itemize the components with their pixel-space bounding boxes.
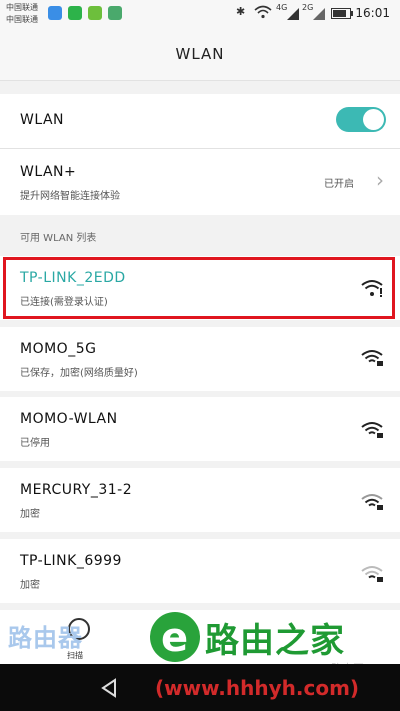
carrier-label-1: 中国联通 (6, 3, 38, 12)
wifi-lock-icon (361, 350, 383, 366)
bluetooth-icon: ✱ (236, 5, 246, 18)
network-status: 加密 (20, 580, 40, 591)
wifi-lock-icon (361, 566, 383, 582)
network-item-tp-link-6999[interactable]: TP-LINK_6999 加密 (0, 539, 400, 603)
watermark-logo-letter: e (161, 615, 189, 661)
selected-network-highlight (3, 257, 395, 319)
page-title: WLAN (0, 28, 400, 80)
status-bar: 中国联通 中国联通 ✱ 4G 2G 16:01 (0, 0, 400, 28)
wlan-plus-status: 已开启 (324, 179, 354, 190)
network-name: TP-LINK_6999 (20, 553, 122, 569)
app-icon (88, 6, 102, 20)
back-icon[interactable] (100, 678, 118, 698)
carrier-label-2: 中国联通 (6, 15, 38, 24)
network-name: MOMO_5G (20, 341, 97, 357)
network-item-momo-wlan[interactable]: MOMO-WLAN 已停用 (0, 397, 400, 461)
network-type-2: 2G (302, 3, 314, 12)
watermark-left-text: 路由器 (8, 624, 83, 652)
wifi-status-icon (254, 5, 272, 22)
network-type-1: 4G (276, 3, 288, 12)
network-item-mercury-31-2[interactable]: MERCURY_31-2 加密 (0, 468, 400, 532)
watermark-brand: 路由之家 (205, 621, 345, 661)
section-header-label: 可用 WLAN 列表 (20, 233, 97, 244)
wifi-lock-icon (361, 494, 383, 510)
wlan-plus-label: WLAN+ (20, 164, 77, 180)
battery-icon (331, 8, 353, 22)
network-name: MOMO-WLAN (20, 411, 118, 427)
network-status: 已停用 (20, 438, 50, 449)
network-status: 加密 (20, 509, 40, 520)
clock: 16:01 (355, 6, 390, 20)
available-networks-header: 可用 WLAN 列表 (0, 216, 400, 254)
network-name: MERCURY_31-2 (20, 482, 133, 498)
signal-icon-2 (313, 8, 325, 23)
wechat-icon (68, 6, 82, 20)
wlan-plus-description: 提升网络智能连接体验 (20, 191, 120, 202)
app-notification-icon (48, 6, 62, 20)
wlan-label: WLAN (20, 112, 65, 128)
network-item-momo-5g[interactable]: MOMO_5G 已保存，加密(网络质量好) (0, 327, 400, 391)
title-divider (0, 80, 400, 81)
signal-icon-1 (287, 8, 299, 23)
wlan-plus-row[interactable]: WLAN+ 提升网络智能连接体验 已开启 (0, 149, 400, 215)
gallery-icon (108, 6, 122, 20)
network-status: 已保存，加密(网络质量好) (20, 368, 138, 379)
wlan-toggle-switch[interactable] (336, 107, 386, 132)
toggle-knob (363, 109, 384, 130)
wifi-lock-icon (361, 422, 383, 438)
chevron-right-icon: › (376, 168, 384, 192)
watermark-url: (www.hhhyh.com) (155, 676, 360, 700)
